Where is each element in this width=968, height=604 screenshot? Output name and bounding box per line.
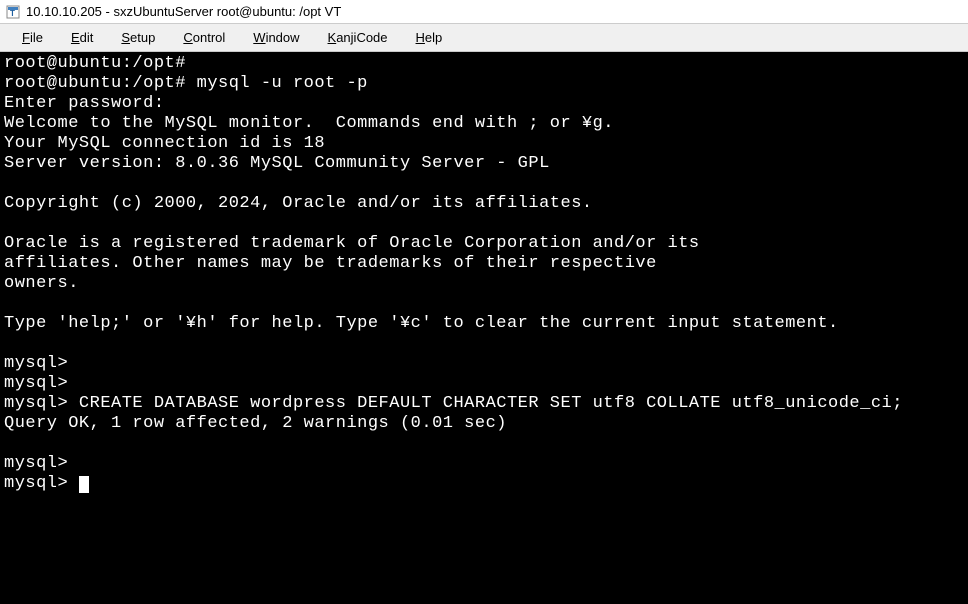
svg-text:T: T bbox=[10, 9, 15, 18]
title-bar: T 10.10.10.205 - sxzUbuntuServer root@ub… bbox=[0, 0, 968, 24]
menu-window[interactable]: Window bbox=[239, 27, 313, 48]
menu-control[interactable]: Control bbox=[169, 27, 239, 48]
window-title: 10.10.10.205 - sxzUbuntuServer root@ubun… bbox=[26, 4, 341, 19]
terminal-content: root@ubuntu:/opt# root@ubuntu:/opt# mysq… bbox=[4, 54, 903, 493]
menu-edit[interactable]: Edit bbox=[57, 27, 107, 48]
menu-file[interactable]: File bbox=[8, 27, 57, 48]
menu-kanji[interactable]: KanjiCode bbox=[314, 27, 402, 48]
terminal-area[interactable]: root@ubuntu:/opt# root@ubuntu:/opt# mysq… bbox=[0, 52, 968, 604]
menu-setup[interactable]: Setup bbox=[107, 27, 169, 48]
menu-help[interactable]: Help bbox=[402, 27, 457, 48]
menu-bar: File Edit Setup Control Window KanjiCode… bbox=[0, 24, 968, 52]
terminal-cursor bbox=[79, 476, 89, 493]
app-icon: T bbox=[6, 5, 20, 19]
